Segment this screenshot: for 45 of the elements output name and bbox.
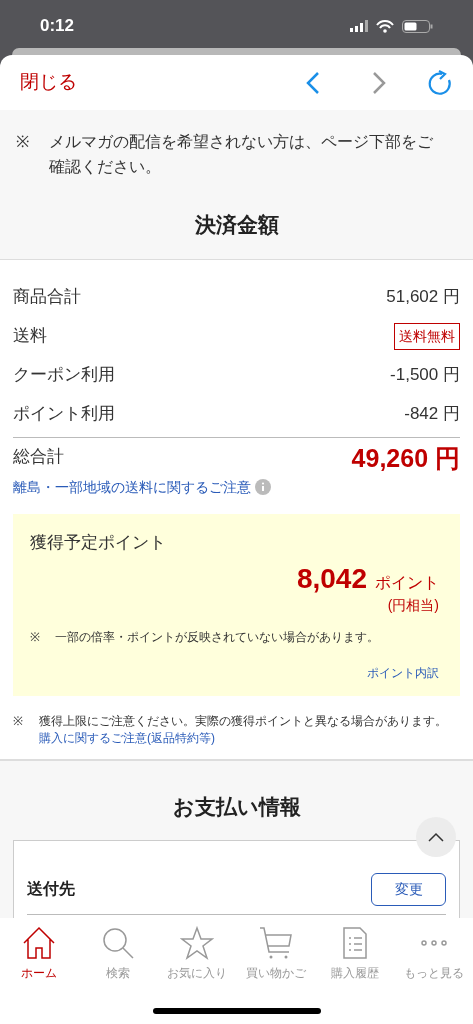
purchase-notice-link[interactable]: 購入に関するご注意(返品特約等): [39, 731, 215, 745]
wifi-icon: [376, 19, 394, 33]
notice-mark: ※: [15, 132, 30, 152]
summary-label: 商品合計: [13, 286, 81, 309]
free-shipping-tag: 送料無料: [394, 322, 460, 350]
notice-text: メルマガの配信を希望されない方は、ページ下部をご確認ください。: [49, 132, 434, 177]
more-icon: [420, 940, 447, 946]
summary-label: ポイント利用: [13, 403, 115, 426]
back-icon: [306, 70, 320, 95]
status-time: 0:12: [40, 15, 75, 38]
points-title: 獲得予定ポイント: [30, 531, 167, 554]
scroll-top-button[interactable]: [416, 817, 456, 857]
home-icon: [22, 926, 57, 960]
points-breakdown-link[interactable]: ポイント内訳: [367, 664, 443, 682]
total-label: 総合計: [13, 445, 64, 468]
shipping-notice-link[interactable]: 離島・一部地域の送料に関するご注意: [13, 476, 251, 498]
chevron-up-icon: [428, 832, 444, 842]
change-button[interactable]: 変更: [371, 872, 446, 906]
caution-text: 獲得上限にご注意ください。実際の獲得ポイントと異なる場合があります。 購入に関するご注意(返品特約等): [39, 713, 448, 747]
summary-label: 送料: [13, 325, 47, 348]
cart-icon: [258, 926, 293, 960]
section-title: 決済金額: [193, 212, 280, 238]
info-icon: [255, 479, 271, 495]
search-icon: [101, 926, 136, 960]
forward-icon: [372, 70, 386, 95]
reload-button[interactable]: [427, 69, 453, 96]
summary-label: クーポン利用: [13, 364, 115, 387]
close-button[interactable]: 閉じる: [20, 68, 77, 97]
points-value: 8,042: [296, 563, 367, 595]
signal-icon: [350, 20, 368, 32]
summary-amount: 51,602 円: [386, 286, 460, 309]
caution-mark: ※: [13, 713, 24, 730]
summary-amount: -1,500 円: [390, 364, 460, 387]
summary-amount: -842 円: [404, 403, 460, 426]
note-mark: ※: [30, 629, 41, 646]
section-title: お支払い情報: [171, 794, 302, 820]
tab-bar-item[interactable]: ホーム: [1, 926, 78, 982]
points-equivalent: (円相当): [387, 596, 440, 615]
battery-icon: [402, 19, 433, 33]
total-amount: 49,260 円: [351, 443, 460, 472]
star-icon: [180, 926, 215, 960]
shipping-label: 送付先: [27, 879, 75, 899]
points-note: 一部の倍率・ポイントが反映されていない場合があります。: [55, 629, 379, 646]
points-unit: ポイント: [375, 573, 439, 593]
reload-icon: [427, 69, 453, 96]
